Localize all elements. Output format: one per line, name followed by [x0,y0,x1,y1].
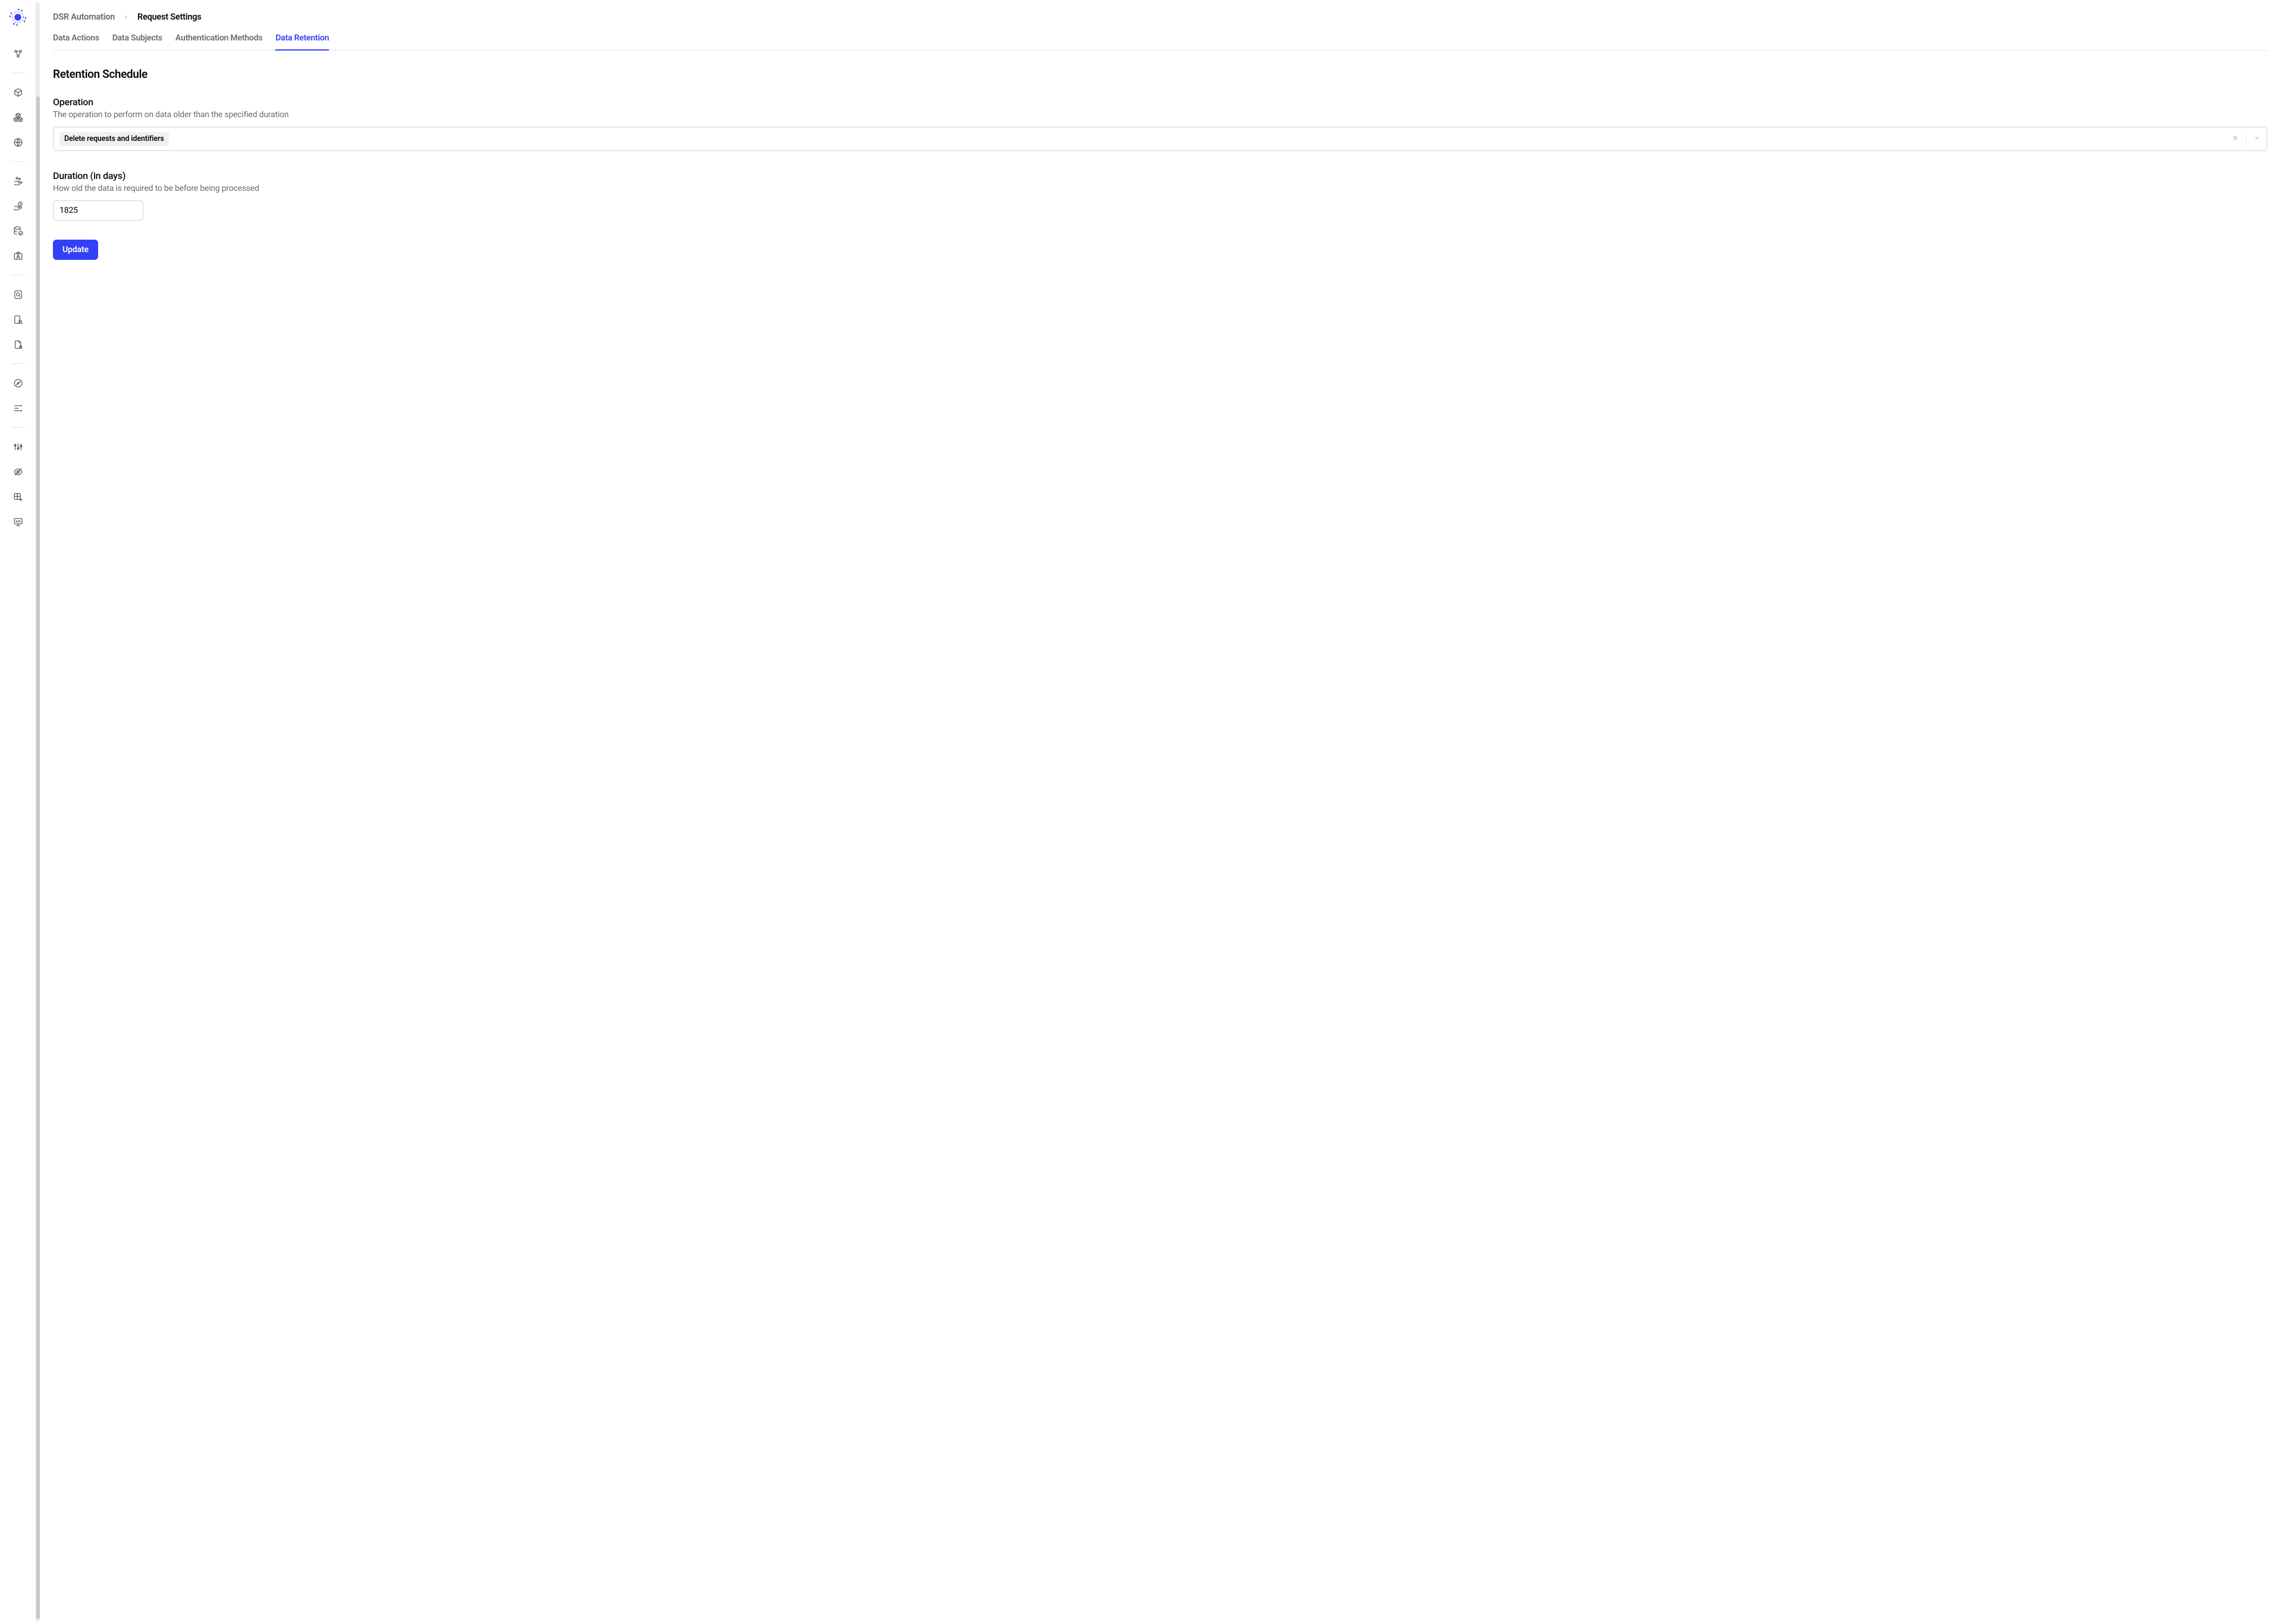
compass-icon[interactable] [7,372,29,394]
breadcrumb-parent[interactable]: DSR Automation [53,12,115,22]
operation-field: Operation The operation to perform on da… [53,96,2267,151]
tab-data-subjects[interactable]: Data Subjects [112,33,162,51]
tabs: Data Actions Data Subjects Authenticatio… [53,33,2267,51]
duration-field: Duration (in days) How old the data is r… [53,170,2267,221]
globe-icon[interactable] [7,131,29,153]
update-button[interactable]: Update [53,240,98,260]
table-plus-icon[interactable] [7,486,29,507]
operation-help: The operation to perform on data older t… [53,110,2267,120]
hand-clock-icon[interactable] [7,195,29,216]
file-user-icon[interactable] [7,334,29,355]
duration-label: Duration (in days) [53,170,2267,181]
sidebar [0,0,36,1624]
chevron-right-icon [123,14,129,20]
tab-authentication-methods[interactable]: Authentication Methods [175,33,262,51]
cubes-icon[interactable] [7,106,29,128]
list-filter-icon[interactable] [7,397,29,419]
operation-selected-chip: Delete requests and identifiers [59,132,169,146]
brand-logo[interactable] [9,8,27,26]
section-title: Retention Schedule [53,67,2267,81]
database-check-icon[interactable] [7,220,29,241]
device-search-icon[interactable] [7,309,29,330]
cube-icon[interactable] [7,81,29,103]
tab-data-actions[interactable]: Data Actions [53,33,99,51]
network-icon[interactable] [7,43,29,64]
operation-select[interactable]: Delete requests and identifiers [53,127,2267,151]
breadcrumb-current: Request Settings [137,12,202,22]
duration-input[interactable] [53,200,143,221]
sliders-icon[interactable] [7,436,29,457]
search-doc-icon[interactable] [7,284,29,305]
operation-label: Operation [53,96,2267,108]
id-card-icon[interactable] [7,245,29,266]
scrollbar[interactable] [36,2,40,1622]
eye-off-icon[interactable] [7,461,29,482]
clear-icon[interactable] [2232,134,2239,144]
breadcrumb: DSR Automation Request Settings [53,12,2267,22]
tab-data-retention[interactable]: Data Retention [275,33,329,51]
chevron-down-icon[interactable] [2254,134,2261,144]
hand-coins-icon[interactable] [7,170,29,191]
duration-help: How old the data is required to be befor… [53,184,2267,193]
main-content: DSR Automation Request Settings Data Act… [41,0,2284,1624]
code-monitor-icon[interactable] [7,511,29,532]
